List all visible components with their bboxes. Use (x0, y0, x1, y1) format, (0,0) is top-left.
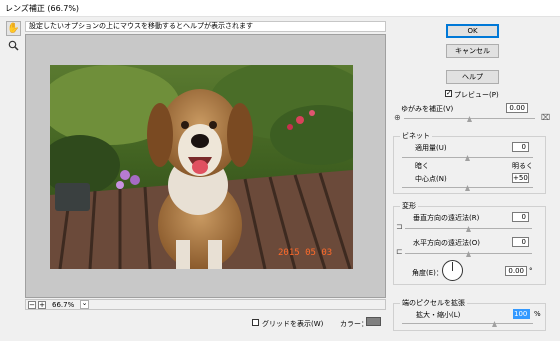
checkmark-icon: ✓ (446, 89, 452, 97)
scale-label: 拡大・縮小(L) (416, 311, 461, 319)
hand-icon: ✋ (7, 23, 20, 34)
angle-dial-icon[interactable] (442, 260, 463, 281)
vignette-amount-label: 適用量(U) (415, 144, 447, 152)
zoom-dropdown-button[interactable]: ⌄ (80, 300, 89, 309)
scale-track[interactable] (402, 323, 533, 324)
distortion-value-field[interactable]: 0.00 (506, 103, 528, 113)
zoom-in-button[interactable]: + (38, 301, 46, 309)
edge-title: 端のピクセルを拡張 (400, 299, 467, 307)
angle-value-field[interactable]: 0.00 (505, 266, 527, 276)
grid-label: グリッドを表示(W) (262, 320, 324, 328)
hand-tool-button[interactable]: ✋ (6, 21, 21, 36)
vignette-midpoint-field[interactable]: +50 (512, 173, 529, 183)
preview-label: プレビュー(P) (454, 91, 499, 99)
horizontal-perspective-label: 水平方向の遠近法(O) (413, 239, 480, 247)
help-button[interactable]: ヘルプ (446, 70, 499, 84)
vignette-title: ビネット (400, 132, 432, 140)
preview-photo[interactable]: 2015 05 03 (50, 65, 353, 269)
cancel-button[interactable]: キャンセル (446, 44, 499, 58)
photo-timestamp: 2015 05 03 (278, 248, 332, 258)
horizontal-perspective-field[interactable]: 0 (512, 237, 529, 247)
ok-button[interactable]: OK (446, 24, 499, 38)
scale-unit: % (534, 310, 541, 318)
title-bar: レンズ補正 (66.7%) (0, 0, 560, 17)
grid-checkbox[interactable] (252, 319, 259, 326)
help-hint-bar: 設定したいオプションの上にマウスを移動するとヘルプが表示されます (25, 21, 386, 32)
grid-color-swatch[interactable] (366, 317, 381, 326)
vertical-perspective-field[interactable]: 0 (512, 212, 529, 222)
preview-checkbox[interactable]: ✓ (445, 90, 452, 97)
vignette-amount-field[interactable]: 0 (512, 142, 529, 152)
transform-title: 変形 (400, 202, 418, 210)
vignette-dark-label: 暗く (415, 162, 429, 170)
window-title: レンズ補正 (66.7%) (5, 4, 80, 13)
vignette-midpoint-label: 中心点(N) (415, 175, 447, 183)
zoom-tool-button[interactable] (8, 40, 19, 54)
zoom-level: 66.7% (52, 301, 75, 309)
vertical-perspective-label: 垂直方向の遠近法(R) (413, 214, 480, 222)
distortion-label: ゆがみを補正(V) (401, 105, 454, 113)
angle-label: 角度(E)： (412, 269, 443, 277)
pincushion-icon: ⊕ (394, 113, 401, 122)
zoom-out-button[interactable]: − (28, 301, 36, 309)
angle-unit: ° (529, 267, 533, 275)
zoom-icon (8, 40, 19, 51)
barrel-icon: ⌧ (541, 113, 551, 122)
color-label: カラー： (340, 320, 368, 328)
distortion-slider-thumb[interactable] (467, 116, 472, 122)
horizontal-perspective-icon: ⊏ (396, 247, 403, 256)
vignette-light-label: 明るく (512, 162, 533, 170)
scale-value-field[interactable]: 100 (513, 309, 530, 319)
vertical-perspective-icon: ⊐ (396, 222, 403, 231)
